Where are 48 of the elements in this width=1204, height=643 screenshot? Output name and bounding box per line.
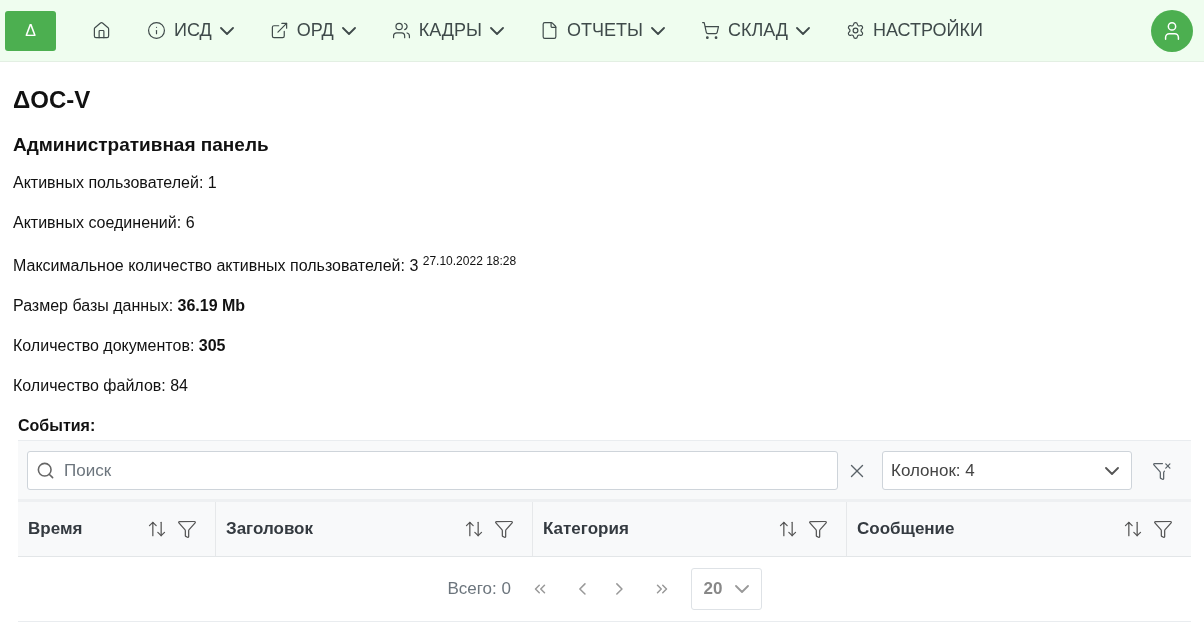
nav-menu-item[interactable]: ИСД: [129, 10, 252, 51]
stat-line: Количество документов: 305: [13, 337, 227, 356]
nav-menu-item[interactable]: КАДРЫ: [373, 10, 522, 51]
stat-line: Количество файлов: 84: [13, 377, 189, 396]
column-header[interactable]: Категория: [533, 502, 847, 557]
events-title: События:: [18, 417, 97, 436]
search-icon: [36, 461, 55, 481]
chevron-down-icon: [489, 26, 504, 35]
stat-line: Активных соединений: 6: [13, 214, 196, 232]
page-title: ΔОС-V: [13, 86, 92, 114]
search-field[interactable]: Поиск: [27, 451, 838, 491]
nav-menu-item[interactable]: ОРД: [251, 10, 374, 51]
next-page-button[interactable]: [615, 583, 623, 596]
column-header[interactable]: Сообщение: [847, 502, 1191, 557]
filter-icon[interactable]: [1153, 519, 1173, 540]
chevron-down-icon: [341, 26, 356, 35]
users-icon: [391, 21, 411, 40]
nav-menu-item[interactable]: НАСТРОЙКИ: [828, 10, 1001, 51]
nav-menu-item[interactable]: ОТЧЕТЫ: [521, 10, 683, 51]
columns-select[interactable]: Колонок: 4: [882, 451, 1132, 491]
stat-line: Размер базы данных: 36.19 Mb: [13, 297, 247, 316]
chevron-down-icon: [1105, 466, 1119, 475]
settings-icon: [846, 21, 865, 40]
filter-icon[interactable]: [494, 519, 514, 540]
cart-icon: [700, 21, 720, 40]
chevron-down-icon: [734, 585, 749, 594]
chevron-down-icon: [219, 26, 234, 35]
nav-menu-item[interactable]: СКЛАД: [682, 10, 828, 51]
chevron-down-icon: [796, 26, 810, 35]
chevron-right-icon: [615, 583, 623, 596]
info-icon: [147, 21, 166, 40]
external-link-icon: [269, 21, 289, 40]
column-header[interactable]: Время: [18, 502, 216, 557]
column-header[interactable]: Заголовок: [216, 502, 533, 557]
filter-icon[interactable]: [177, 519, 197, 540]
home-icon: [92, 21, 111, 40]
page-size-select[interactable]: 20: [690, 568, 762, 611]
stat-line: Активных пользователей: 1: [13, 174, 218, 192]
section-title: Административная панель: [13, 134, 270, 156]
total-count: Всего: 0: [447, 579, 511, 600]
filter-clear-icon: [1152, 460, 1172, 481]
previous-page-button[interactable]: [579, 583, 586, 596]
stat-line: Максимальное количество активных пользователей: 3 $^{27.10.2022 18:28}$: [13, 254, 518, 276]
chevron-down-icon: [650, 26, 665, 35]
chevron-left-icon: [579, 583, 586, 596]
filter-icon[interactable]: [808, 519, 828, 540]
user-avatar-button[interactable]: [1151, 9, 1193, 52]
clear-filter-button[interactable]: [1152, 460, 1172, 481]
